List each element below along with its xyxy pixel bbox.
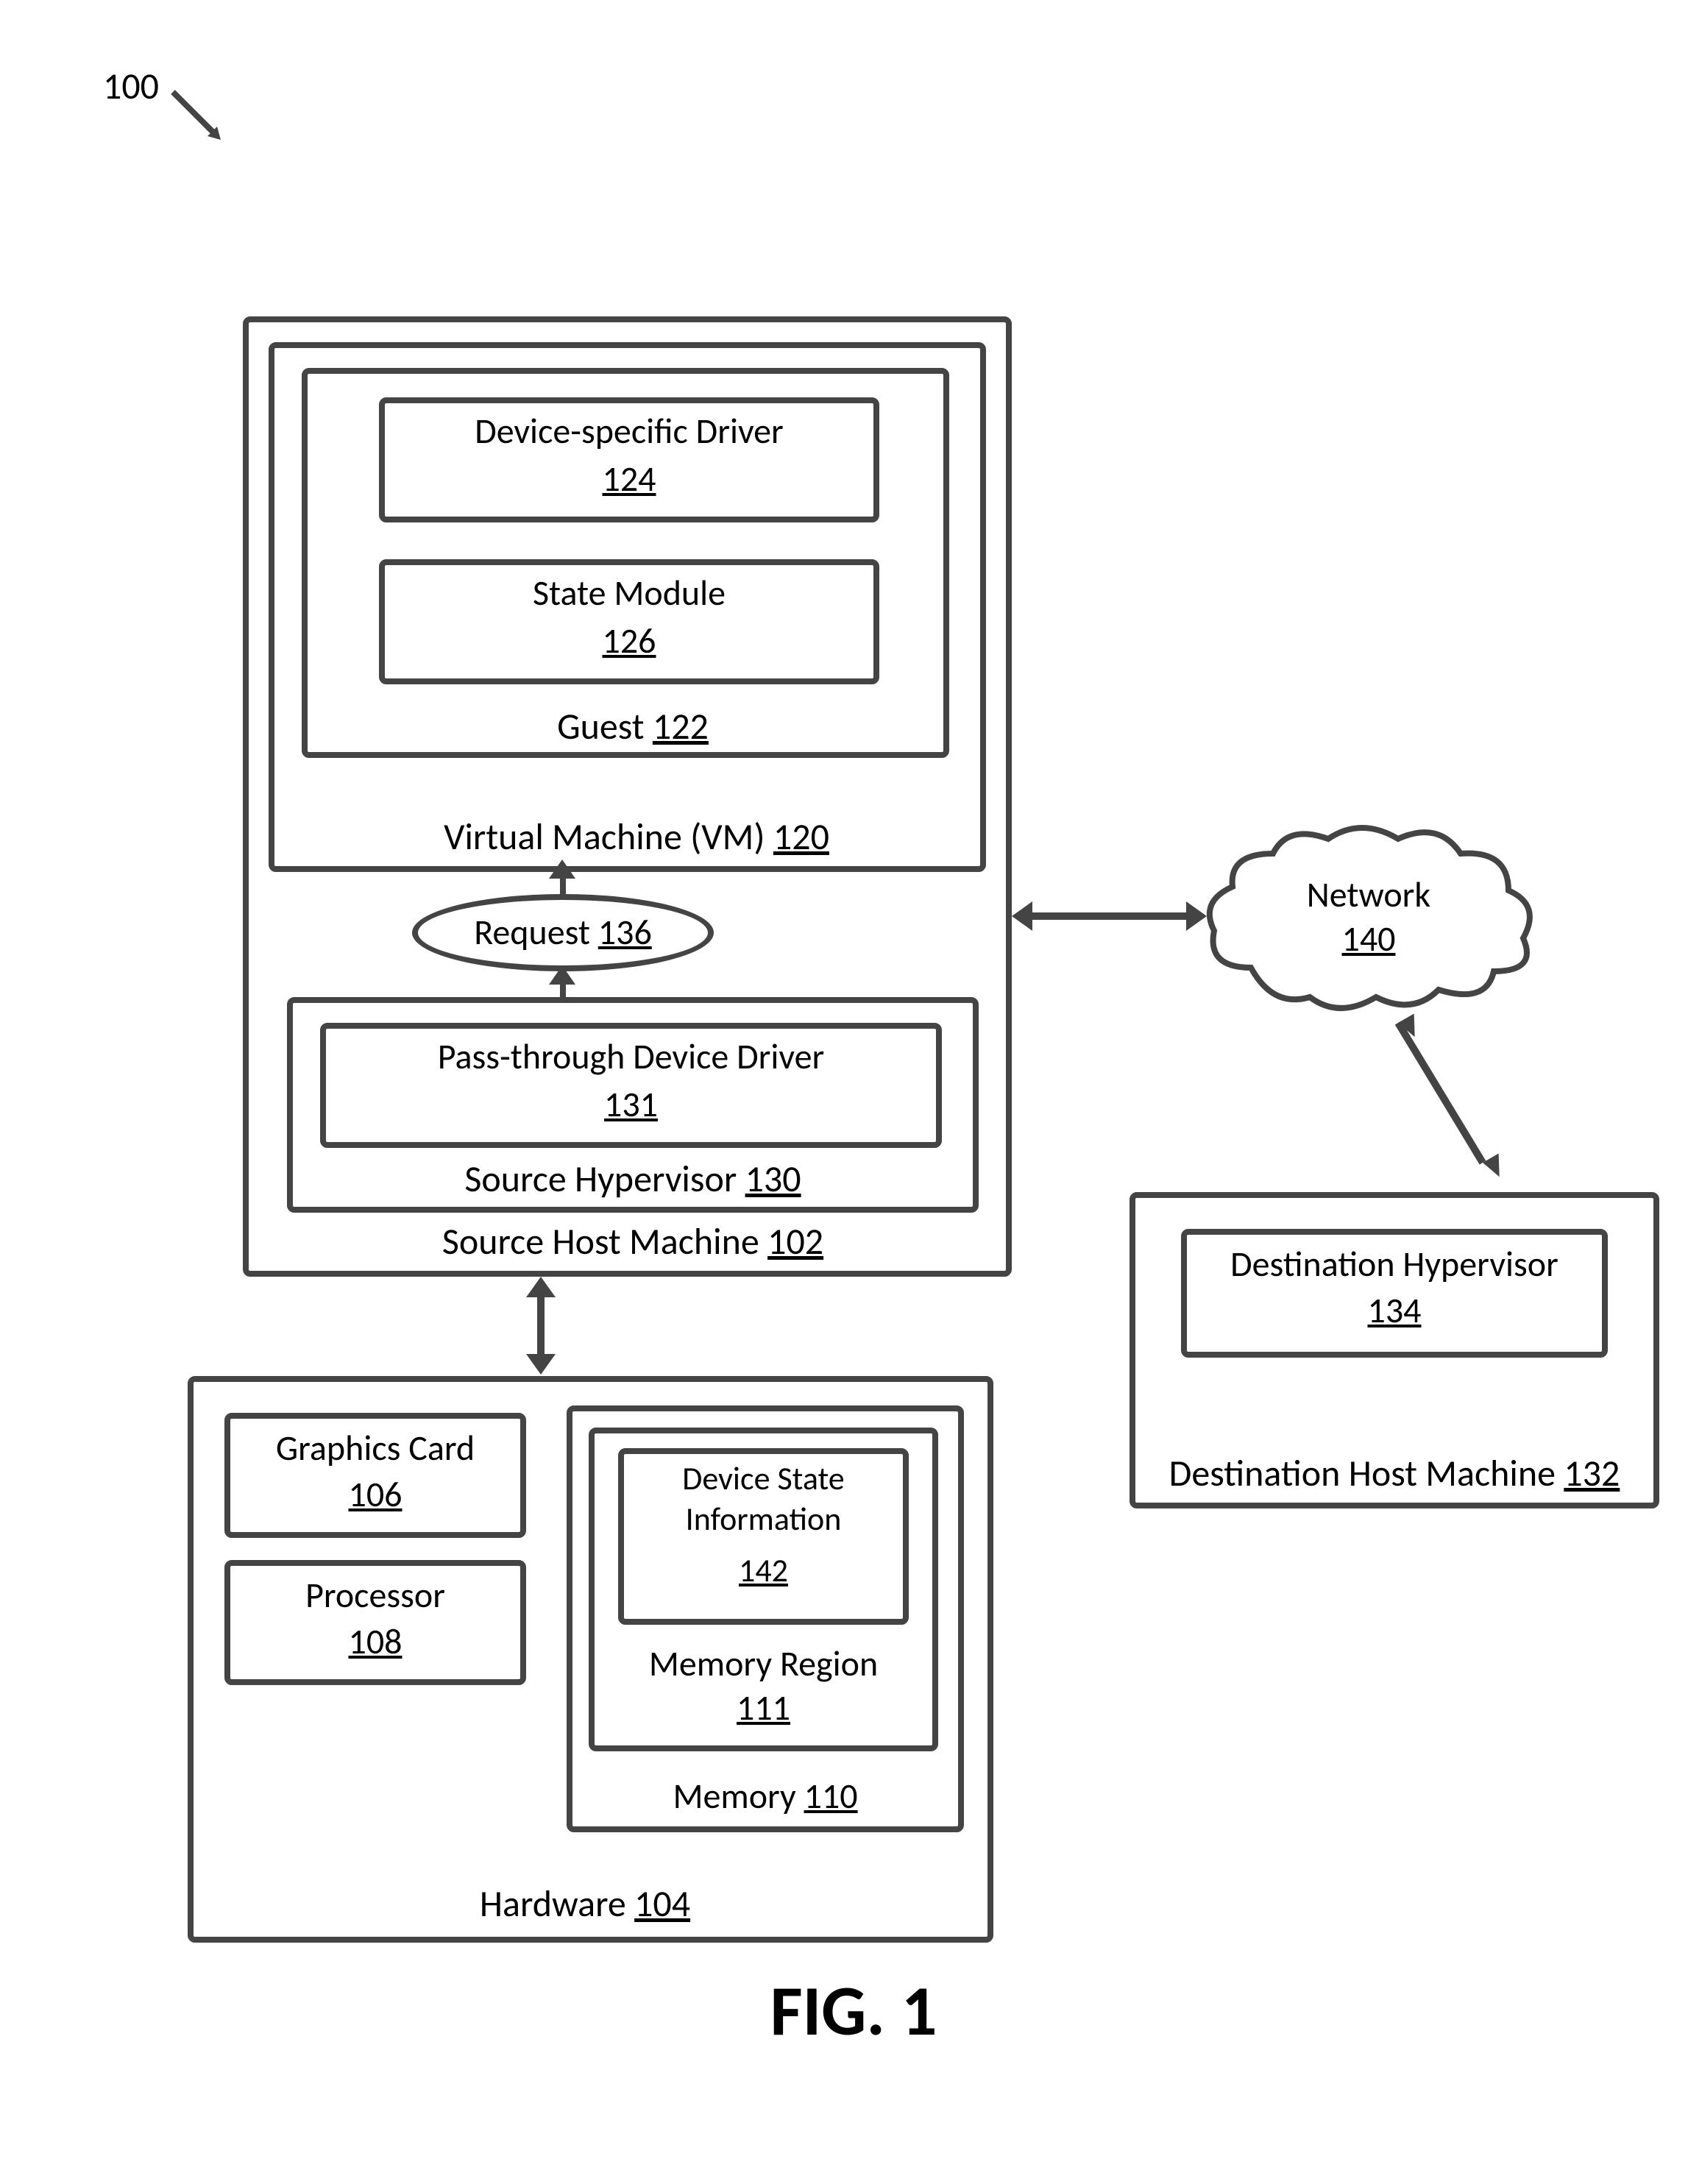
graphics-card-ref: 106 bbox=[349, 1472, 403, 1516]
request-ellipse: Request 136 bbox=[412, 894, 714, 971]
pt-driver-ref-row: 131 bbox=[324, 1085, 938, 1124]
network-ref: 140 bbox=[1342, 917, 1396, 960]
dest-host-label: Destination Host Machine 132 bbox=[1130, 1453, 1659, 1494]
guest-label: Guest 122 bbox=[545, 706, 721, 747]
arrow-host-net-left bbox=[1012, 901, 1032, 931]
pt-driver-ref: 131 bbox=[604, 1082, 658, 1126]
source-host-text: Source Host Machine bbox=[442, 1219, 759, 1264]
device-state-info-ref: 142 bbox=[739, 1550, 788, 1590]
source-hypervisor-ref: 130 bbox=[745, 1157, 801, 1202]
figure-caption: FIG. 1 bbox=[743, 1972, 964, 2050]
state-module-label: State Module bbox=[383, 574, 876, 613]
dest-hypervisor-label: Destination Hypervisor bbox=[1181, 1245, 1608, 1284]
network-label: Network bbox=[1251, 876, 1486, 915]
dest-host-ref: 132 bbox=[1564, 1451, 1620, 1496]
memory-region-text: Memory Region bbox=[649, 1642, 878, 1685]
processor-ref-row: 108 bbox=[224, 1623, 526, 1662]
device-state-info-l1: Device State bbox=[618, 1461, 909, 1496]
memory-region-label: Memory Region bbox=[589, 1645, 938, 1684]
device-driver-label: Device-specific Driver bbox=[383, 412, 876, 451]
source-host-ref: 102 bbox=[767, 1219, 823, 1264]
request-text: Request bbox=[474, 910, 590, 954]
figure-ref-100: 100 bbox=[103, 66, 159, 107]
request-ref: 136 bbox=[598, 910, 652, 954]
hardware-label: Hardware 104 bbox=[401, 1884, 769, 1924]
state-module-ref-row: 126 bbox=[383, 622, 876, 661]
pt-driver-label: Pass-through Device Driver bbox=[324, 1038, 938, 1077]
figure-ref-arrow bbox=[169, 88, 235, 155]
figure-ref-100-text: 100 bbox=[103, 64, 159, 109]
arrow-host-hw-down bbox=[526, 1354, 556, 1375]
device-state-info-l2: Information bbox=[618, 1501, 909, 1536]
memory-ref: 110 bbox=[804, 1774, 858, 1818]
vm-text: Virtual Machine (VM) bbox=[444, 815, 765, 859]
arrow-host-net-line bbox=[1026, 912, 1192, 920]
state-module-text: State Module bbox=[533, 571, 726, 614]
device-state-info-ref-row: 142 bbox=[618, 1553, 909, 1588]
source-host-label: Source Host Machine 102 bbox=[397, 1222, 868, 1262]
memory-text: Memory bbox=[673, 1774, 795, 1818]
memory-region-ref: 111 bbox=[737, 1686, 790, 1729]
processor-label: Processor bbox=[224, 1576, 526, 1615]
arrow-net-dest bbox=[1376, 1008, 1523, 1196]
processor-text: Processor bbox=[305, 1573, 445, 1617]
guest-ref: 122 bbox=[653, 704, 709, 749]
network-ref-row: 140 bbox=[1251, 920, 1486, 959]
state-module-ref: 126 bbox=[603, 619, 656, 662]
graphics-card-text: Graphics Card bbox=[276, 1426, 475, 1469]
device-driver-ref: 124 bbox=[603, 457, 656, 500]
processor-ref: 108 bbox=[349, 1620, 403, 1663]
dest-hypervisor-ref: 134 bbox=[1368, 1288, 1422, 1332]
pt-driver-text: Pass-through Device Driver bbox=[438, 1035, 824, 1078]
device-driver-ref-row: 124 bbox=[383, 460, 876, 499]
dest-hypervisor-ref-row: 134 bbox=[1181, 1291, 1608, 1330]
arrow-host-hw-line bbox=[537, 1291, 545, 1358]
network-text: Network bbox=[1307, 873, 1430, 916]
vm-label: Virtual Machine (VM) 120 bbox=[416, 817, 857, 857]
source-hypervisor-label: Source Hypervisor 130 bbox=[412, 1159, 854, 1199]
arrow-host-hw-up bbox=[526, 1277, 556, 1297]
guest-text: Guest bbox=[557, 704, 644, 749]
device-state-info-text2: Information bbox=[686, 1499, 842, 1539]
arrow-host-net-right bbox=[1186, 901, 1207, 931]
arrow-request-up-head bbox=[549, 859, 575, 879]
memory-label: Memory 110 bbox=[567, 1777, 964, 1816]
diagram-page: 100 Source Host Machine 102 Virtual Mach… bbox=[0, 0, 1688, 2184]
dest-host-text: Destination Host Machine bbox=[1169, 1451, 1556, 1496]
memory-region-ref-row: 111 bbox=[589, 1689, 938, 1728]
graphics-card-label: Graphics Card bbox=[224, 1429, 526, 1468]
figure-caption-text: FIG. 1 bbox=[770, 1968, 937, 2054]
device-state-info-text1: Device State bbox=[682, 1458, 844, 1498]
arrow-hv-up-head bbox=[549, 965, 575, 985]
request-label: Request 136 bbox=[474, 913, 652, 952]
vm-ref: 120 bbox=[773, 815, 829, 859]
device-driver-text: Device-specific Driver bbox=[475, 409, 784, 453]
hardware-ref: 104 bbox=[634, 1882, 690, 1926]
dest-hypervisor-text: Destination Hypervisor bbox=[1230, 1242, 1558, 1286]
source-hypervisor-text: Source Hypervisor bbox=[464, 1157, 737, 1202]
graphics-card-ref-row: 106 bbox=[224, 1475, 526, 1514]
hardware-text: Hardware bbox=[480, 1882, 626, 1926]
